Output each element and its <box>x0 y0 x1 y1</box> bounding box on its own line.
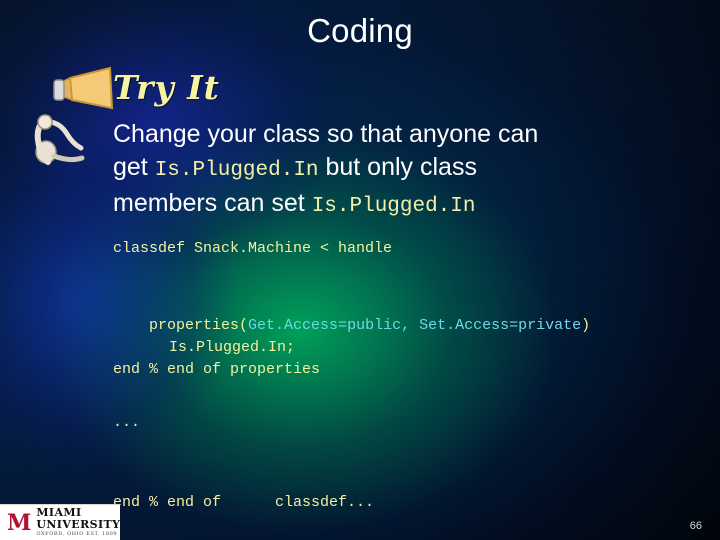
logo-subtitle: OXFORD, OHIO EST. 1809 <box>36 531 118 537</box>
code-end-classdef: end % end of classdef... <box>113 494 375 511</box>
code-properties-prefix: properties( <box>149 317 249 334</box>
code-get-access: Get.Access=public, <box>248 317 411 334</box>
logo-text-group: MIAMI UNIVERSITY OXFORD, OHIO EST. 1809 <box>36 507 120 538</box>
university-logo: M MIAMI UNIVERSITY OXFORD, OHIO EST. 180… <box>0 504 120 540</box>
code-property-name: Is.Plugged.In; <box>169 339 296 356</box>
body-line1: Change your class so that anyone can <box>113 120 539 148</box>
body-line2-prefix: get <box>113 153 155 181</box>
code-set-access: Set.Access=private <box>410 317 582 334</box>
code-ellipsis: ... <box>113 414 141 431</box>
page-title: Coding <box>307 12 413 49</box>
code-end-properties: end % end of properties <box>113 361 321 378</box>
body-line3-prefix: members can set <box>113 189 312 217</box>
code-line-classdef: classdef Snack.Machine < handle <box>113 240 393 257</box>
logo-letter: M <box>7 509 32 536</box>
body-line2-suffix: but only class <box>318 153 477 181</box>
megaphone-person-clipart <box>18 60 128 175</box>
code-properties-suffix: ) <box>581 317 591 334</box>
logo-name: MIAMI UNIVERSITY <box>36 506 121 531</box>
body-paragraph: Change your class so that anyone can get… <box>113 118 673 223</box>
body-line3-code: Is.Plugged.In <box>311 195 476 218</box>
section-heading: Try It <box>113 68 220 107</box>
slide: Coding Try It Change your class so that … <box>0 0 720 540</box>
page-number: 66 <box>689 520 702 532</box>
body-line2-code: Is.Plugged.In <box>154 159 319 182</box>
code-properties-block: properties(Get.Access=public, Set.Access… <box>113 293 713 403</box>
